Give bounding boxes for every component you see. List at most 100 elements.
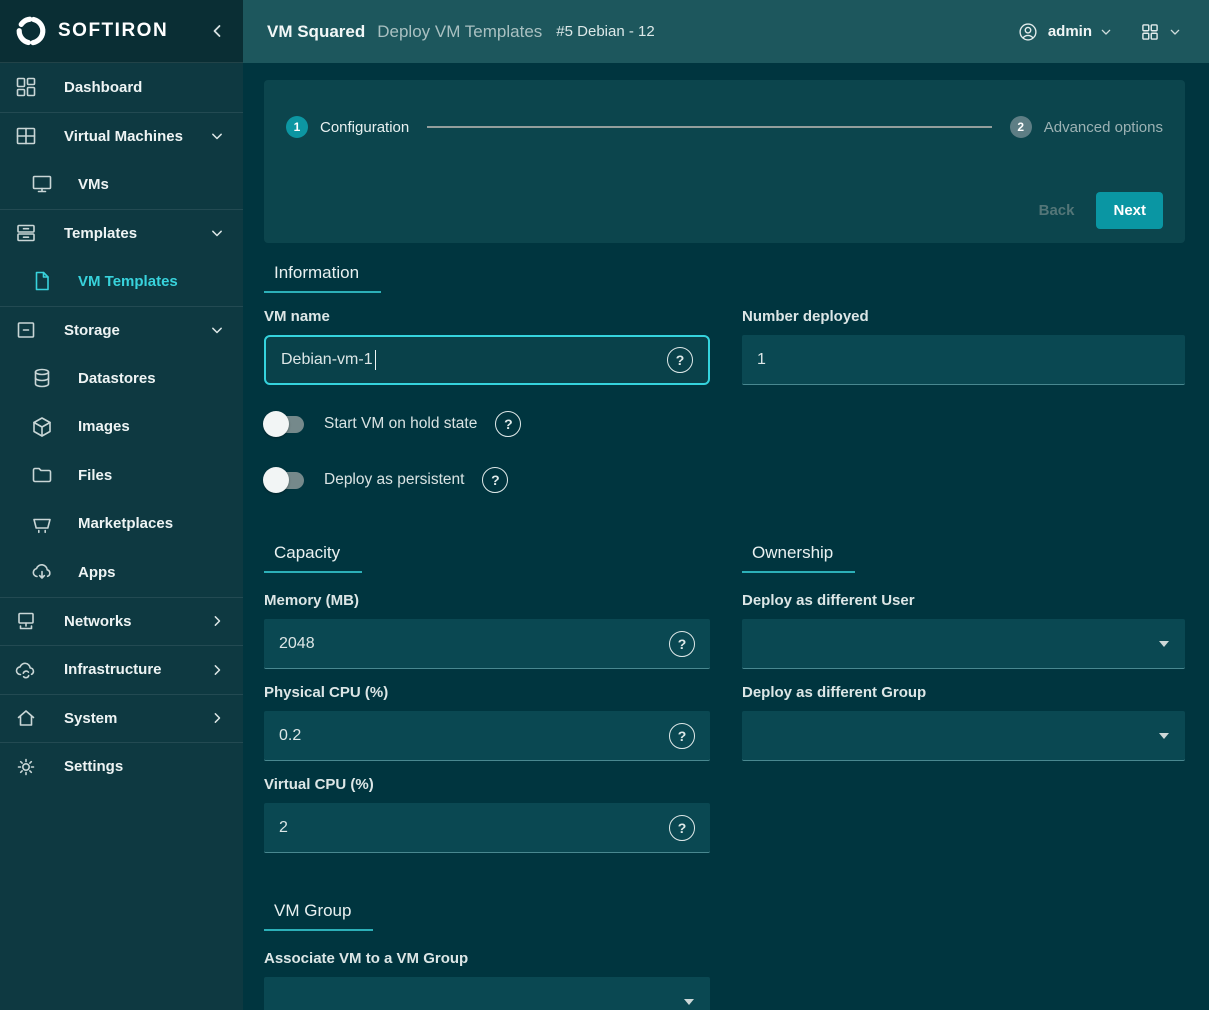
sidebar-item-label: Networks [64,613,207,630]
vm-name-field-group: VM name Debian-vm-1 ? [264,293,710,385]
number-deployed-value: 1 [757,351,766,369]
number-deployed-label: Number deployed [742,308,1185,325]
deploy-persistent-label: Deploy as persistent [324,471,464,489]
gear-icon [14,755,38,779]
top-header: VM Squared Deploy VM Templates #5 Debian… [243,0,1209,63]
chevron-down-icon[interactable] [1167,24,1183,40]
sidebar-item-system[interactable]: System [0,694,243,743]
sidebar-item-marketplaces[interactable]: Marketplaces [0,500,243,549]
deploy-as-group-select[interactable] [742,711,1185,761]
physical-cpu-input[interactable]: 0.2 ? [264,711,710,761]
step-1-label: Configuration [320,119,409,136]
sidebar-item-vm-templates[interactable]: VM Templates [0,257,243,306]
sidebar-item-dashboard[interactable]: Dashboard [0,63,243,112]
physical-cpu-value: 0.2 [279,727,301,745]
sidebar-item-label: Apps [78,564,227,581]
memory-label: Memory (MB) [264,592,710,609]
help-icon[interactable]: ? [669,723,695,749]
sidebar-item-virtual-machines[interactable]: Virtual Machines [0,112,243,161]
start-on-hold-label: Start VM on hold state [324,415,477,433]
database-icon [30,366,54,390]
house-icon [14,706,38,730]
chevron-right-icon [207,611,227,631]
sidebar-item-label: Images [78,418,227,435]
physical-cpu-label: Physical CPU (%) [264,684,710,701]
chevron-right-icon [207,708,227,728]
help-icon[interactable]: ? [495,411,521,437]
vm-name-input[interactable]: Debian-vm-1 ? [264,335,710,385]
step-1-circle: 1 [286,116,308,138]
number-deployed-input[interactable]: 1 [742,335,1185,385]
caret-down-icon [1159,733,1169,739]
cloud-sync-icon [14,658,38,682]
deploy-persistent-toggle[interactable] [264,472,304,489]
virtual-cpu-input[interactable]: 2 ? [264,803,710,853]
sidebar-item-files[interactable]: Files [0,451,243,500]
sidebar-item-storage[interactable]: Storage [0,306,243,355]
sidebar-item-label: Datastores [78,370,227,387]
sidebar-item-label: Storage [64,322,207,339]
monitor-icon [30,172,54,196]
help-icon[interactable]: ? [667,347,693,373]
deploy-persistent-row: Deploy as persistent ? [264,467,1185,493]
section-title-information: Information [264,263,381,293]
sidebar-item-label: VM Templates [78,273,227,290]
start-on-hold-row: Start VM on hold state ? [264,411,1185,437]
templates-icon [14,221,38,245]
sidebar-item-label: Templates [64,225,207,242]
memory-value: 2048 [279,635,315,653]
sidebar-item-networks[interactable]: Networks [0,597,243,646]
sidebar-item-templates[interactable]: Templates [0,209,243,258]
dashboard-icon [14,75,38,99]
capacity-ownership-grid: Capacity Memory (MB) 2048 ? Physical CPU… [264,543,1185,1010]
sidebar-item-images[interactable]: Images [0,403,243,452]
help-icon[interactable]: ? [669,631,695,657]
sidebar-collapse-button[interactable] [205,19,229,43]
vm-name-value: Debian-vm-1 [281,351,373,369]
ownership-column: Ownership Deploy as different User Deplo… [742,543,1185,1010]
app-window: SOFTIRON Dashboard Virtual Machines [0,0,1209,1010]
sidebar-item-datastores[interactable]: Datastores [0,354,243,403]
app-title: VM Squared [267,22,365,42]
folder-icon [30,463,54,487]
vm-group-section: VM Group Associate VM to a VM Group [264,901,710,1010]
user-menu[interactable]: admin [1048,23,1092,40]
deploy-as-group-label: Deploy as different Group [742,684,1185,701]
network-icon [14,609,38,633]
stepper-connector [427,126,992,128]
text-cursor [375,350,377,370]
back-button[interactable]: Back [1039,202,1075,219]
wizard-actions: Back Next [1039,192,1163,229]
section-title-capacity: Capacity [264,543,362,573]
chevron-right-icon [207,660,227,680]
help-icon[interactable]: ? [669,815,695,841]
associate-vm-group-select[interactable] [264,977,710,1010]
start-on-hold-toggle[interactable] [264,416,304,433]
sidebar-item-label: Virtual Machines [64,128,207,145]
memory-input[interactable]: 2048 ? [264,619,710,669]
help-icon[interactable]: ? [482,467,508,493]
softiron-logo-icon [14,14,48,48]
vm-name-label: VM name [264,308,710,325]
sidebar-item-label: Marketplaces [78,515,227,532]
sidebar-item-vms[interactable]: VMs [0,160,243,209]
sidebar-logo-bar: SOFTIRON [0,0,243,63]
deploy-as-user-select[interactable] [742,619,1185,669]
page-content: 1 Configuration 2 Advanced options Back … [243,63,1209,1010]
sidebar-item-label: VMs [78,176,227,193]
apps-grid-icon[interactable] [1140,22,1160,42]
page-title: Deploy VM Templates [377,22,542,42]
sidebar-item-apps[interactable]: Apps [0,548,243,597]
user-icon [1017,21,1039,43]
chevron-down-icon [207,223,227,243]
chevron-down-icon[interactable] [1098,24,1114,40]
sidebar-item-settings[interactable]: Settings [0,742,243,791]
section-title-ownership: Ownership [742,543,855,573]
sidebar-item-infrastructure[interactable]: Infrastructure [0,645,243,694]
sidebar: SOFTIRON Dashboard Virtual Machines [0,0,243,1010]
next-button[interactable]: Next [1096,192,1163,229]
information-grid: VM name Debian-vm-1 ? Number deployed 1 [264,293,1185,385]
file-icon [30,269,54,293]
chevron-down-icon [207,320,227,340]
sidebar-item-label: Files [78,467,227,484]
